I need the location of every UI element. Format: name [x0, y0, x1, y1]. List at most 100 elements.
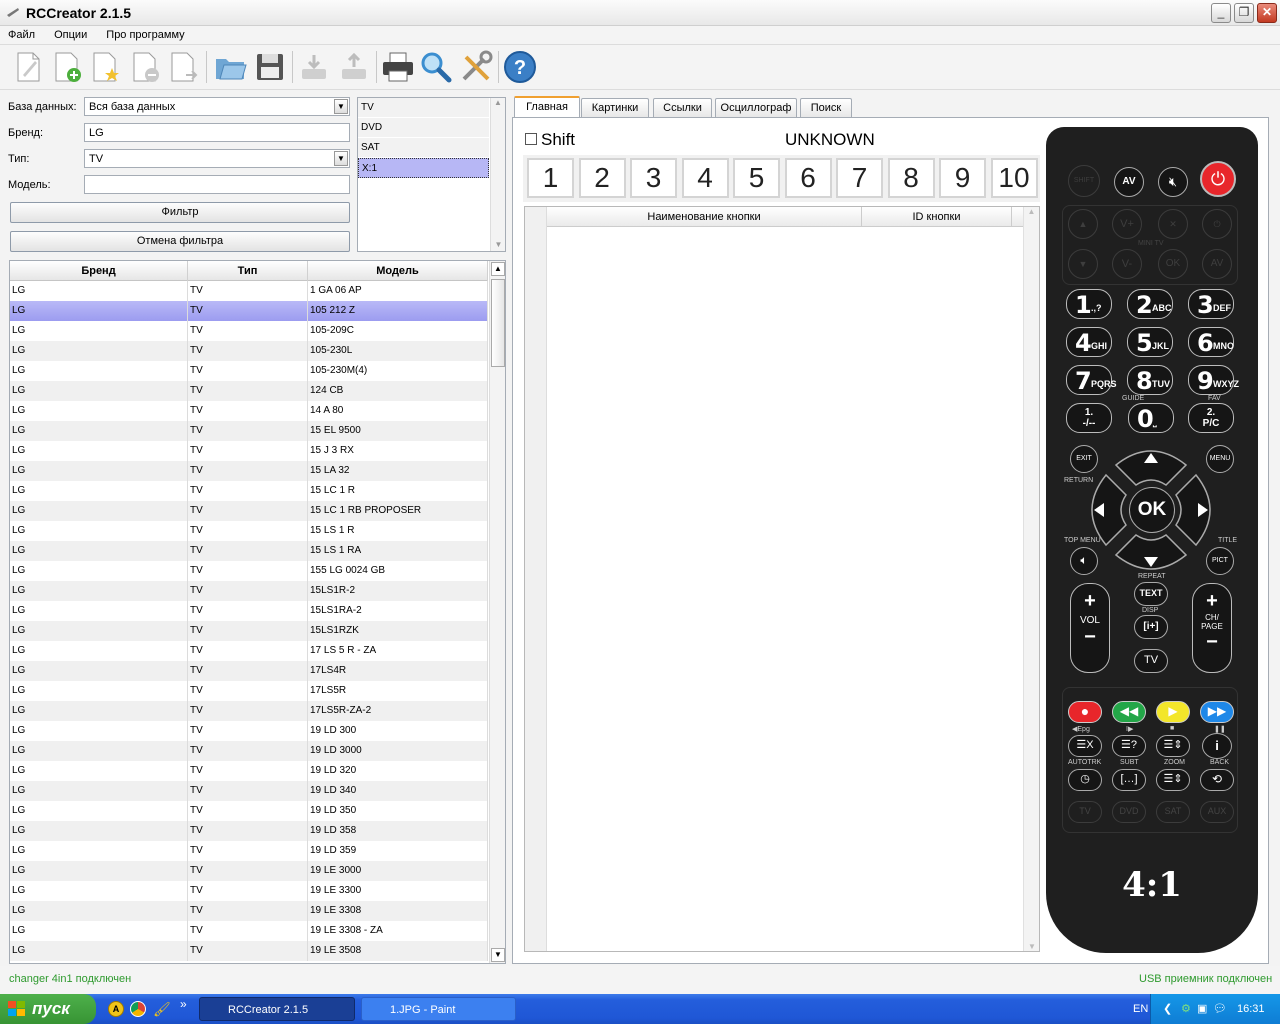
- table-row[interactable]: LG TV 105-230M(4): [10, 361, 488, 381]
- table-row[interactable]: LG TV 15 J 3 RX: [10, 441, 488, 461]
- column-header-button-id[interactable]: ID кнопки: [862, 207, 1012, 227]
- digit-key-9[interactable]: 9 WXYZ: [1188, 365, 1239, 395]
- column-header-model[interactable]: Модель: [308, 261, 488, 281]
- zoom-list-icon[interactable]: ☰⇕: [1156, 769, 1190, 791]
- text-key[interactable]: TEXT: [1134, 582, 1168, 606]
- table-row[interactable]: LG TV 17LS4R: [10, 661, 488, 681]
- mode-key-dvd[interactable]: DVD: [1112, 801, 1146, 823]
- remove-doc-icon[interactable]: [128, 49, 164, 85]
- tray-chat-icon[interactable]: 💬︎: [1213, 1002, 1227, 1015]
- tab-pictures[interactable]: Картинки: [581, 98, 649, 118]
- task-paint[interactable]: 1.JPG - Paint: [361, 997, 516, 1021]
- number-button-4[interactable]: 4: [681, 158, 729, 198]
- table-row[interactable]: LG TV 19 LD 359: [10, 841, 488, 861]
- ok-key[interactable]: OK: [1129, 487, 1175, 533]
- table-row[interactable]: LG TV 17 LS 5 R - ZA: [10, 641, 488, 661]
- table-row[interactable]: LG TV 19 LD 340: [10, 781, 488, 801]
- digit-key-1[interactable]: 1.,?: [1066, 289, 1112, 319]
- info-i-icon[interactable]: i: [1202, 733, 1232, 759]
- table-scrollbar[interactable]: ▲ ▼: [489, 261, 505, 963]
- type-list-item[interactable]: SAT: [358, 138, 489, 158]
- back-loop-icon[interactable]: ⟲: [1200, 769, 1234, 791]
- scroll-down-icon[interactable]: ▼: [491, 948, 505, 962]
- buttons-table-scrollbar[interactable]: ▲ ▼: [1023, 207, 1039, 951]
- table-row[interactable]: LG TV 105 212 Z: [10, 301, 488, 321]
- table-row[interactable]: LG TV 19 LE 3300: [10, 881, 488, 901]
- ch-rocker[interactable]: + CH/ PAGE −: [1192, 583, 1232, 673]
- digit-key-4[interactable]: 4 GHI: [1066, 327, 1112, 357]
- chevron-down-icon[interactable]: ▼: [334, 99, 348, 114]
- mute-icon[interactable]: 🔇︎: [1158, 167, 1188, 197]
- help-icon[interactable]: ?: [502, 49, 538, 85]
- shift-checkbox[interactable]: [525, 133, 537, 145]
- table-row[interactable]: LG TV 19 LE 3000: [10, 861, 488, 881]
- tab-oscillograph[interactable]: Осциллограф: [715, 98, 797, 118]
- task-rccreator[interactable]: RCCreator 2.1.5: [199, 997, 355, 1021]
- maximize-button[interactable]: ❐: [1234, 3, 1254, 23]
- table-row[interactable]: LG TV 19 LD 3000: [10, 741, 488, 761]
- number-button-6[interactable]: 6: [784, 158, 832, 198]
- pc-key[interactable]: 2. P/C: [1188, 403, 1234, 433]
- save-icon[interactable]: [252, 49, 288, 85]
- power-icon[interactable]: ⏻: [1200, 161, 1236, 197]
- tab-main[interactable]: Главная: [514, 96, 580, 118]
- cancel-filter-button[interactable]: Отмена фильтра: [10, 231, 350, 252]
- table-row[interactable]: LG TV 15 LC 1 RB PROPOSER: [10, 501, 488, 521]
- language-indicator[interactable]: EN: [1133, 1003, 1148, 1015]
- table-row[interactable]: LG TV 19 LD 300: [10, 721, 488, 741]
- db-select[interactable]: Вся база данных ▼: [84, 97, 350, 116]
- digit-key-6[interactable]: 6 MNO: [1188, 327, 1234, 357]
- type-list-item[interactable]: X:1: [358, 158, 489, 178]
- pict-key[interactable]: PICT: [1206, 547, 1234, 575]
- table-row[interactable]: LG TV 15 LC 1 R: [10, 481, 488, 501]
- subtitle-icon[interactable]: […]: [1112, 769, 1146, 791]
- new-doc-icon[interactable]: [10, 49, 46, 85]
- model-input[interactable]: [84, 175, 350, 194]
- brand-input[interactable]: LG: [84, 123, 350, 142]
- mode-key-sat[interactable]: SAT: [1156, 801, 1190, 823]
- digit-key-2[interactable]: 2 ABC: [1127, 289, 1173, 319]
- type-list-item[interactable]: TV: [358, 98, 489, 118]
- upload-icon[interactable]: [336, 49, 372, 85]
- speaker-icon[interactable]: 🔈︎: [1070, 547, 1098, 575]
- table-row[interactable]: LG TV 15 LS 1 RA: [10, 541, 488, 561]
- column-header-brand[interactable]: Бренд: [10, 261, 188, 281]
- type-select[interactable]: TV ▼: [84, 149, 350, 168]
- table-row[interactable]: LG TV 19 LE 3308 - ZA: [10, 921, 488, 941]
- scroll-thumb[interactable]: [491, 279, 505, 367]
- minimize-button[interactable]: _: [1211, 3, 1231, 23]
- table-row[interactable]: LG TV 155 LG 0024 GB: [10, 561, 488, 581]
- vol-rocker[interactable]: + VOL −: [1070, 583, 1110, 673]
- table-row[interactable]: LG TV 17LS5R-ZA-2: [10, 701, 488, 721]
- more-quicklaunch-icon[interactable]: »: [180, 997, 187, 1011]
- menu-options[interactable]: Опции: [46, 26, 95, 44]
- table-row[interactable]: LG TV 15 LS 1 R: [10, 521, 488, 541]
- fast-forward-icon[interactable]: ▶▶: [1200, 701, 1234, 723]
- table-row[interactable]: LG TV 15LS1R-2: [10, 581, 488, 601]
- table-row[interactable]: LG TV 15 EL 9500: [10, 421, 488, 441]
- number-button-9[interactable]: 9: [939, 158, 986, 198]
- info-key[interactable]: [i+]: [1134, 615, 1168, 639]
- table-row[interactable]: LG TV 105-230L: [10, 341, 488, 361]
- table-row[interactable]: LG TV 1 GA 06 AP: [10, 281, 488, 301]
- digit-key-5[interactable]: 5 JKL: [1127, 327, 1173, 357]
- table-row[interactable]: LG TV 15 LA 32: [10, 461, 488, 481]
- shift-key[interactable]: SHIFT: [1068, 165, 1100, 197]
- settings-tools-icon[interactable]: [458, 49, 494, 85]
- clock-icon[interactable]: ◷: [1068, 769, 1102, 791]
- mode-key-tv[interactable]: TV: [1068, 801, 1102, 823]
- list-help-icon[interactable]: ☰?: [1112, 735, 1146, 757]
- column-header-button-name[interactable]: Наименование кнопки: [547, 207, 862, 227]
- print-icon[interactable]: [380, 49, 416, 85]
- add-doc-icon[interactable]: [50, 49, 86, 85]
- type-list-scrollbar[interactable]: ▲ ▼: [490, 98, 505, 251]
- menu-file[interactable]: Файл: [0, 26, 43, 44]
- scroll-up-icon[interactable]: ▲: [491, 262, 505, 276]
- table-row[interactable]: LG TV 15LS1RZK: [10, 621, 488, 641]
- dash-key[interactable]: 1. -/--: [1066, 403, 1112, 433]
- play-icon[interactable]: ▶: [1156, 701, 1190, 723]
- close-button[interactable]: ✕: [1257, 3, 1277, 23]
- number-button-7[interactable]: 7: [836, 158, 883, 198]
- table-row[interactable]: LG TV 15LS1RA-2: [10, 601, 488, 621]
- digit-key-7[interactable]: 7 PQRS: [1066, 365, 1117, 395]
